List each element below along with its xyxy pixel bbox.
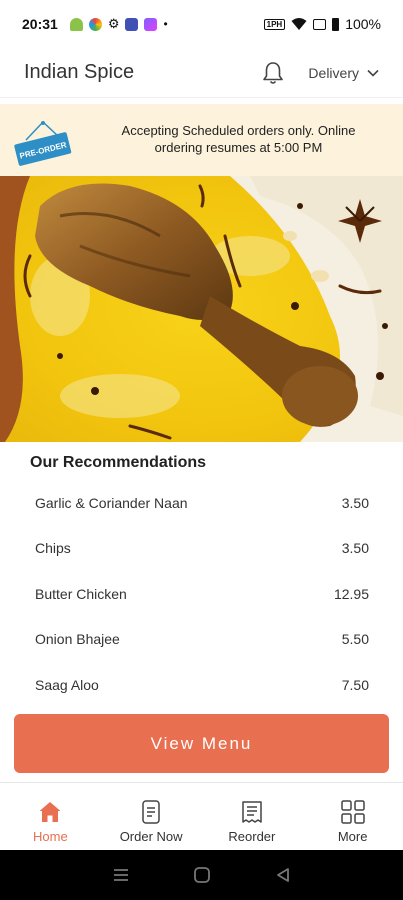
receipt-icon xyxy=(242,801,262,823)
item-name: Chips xyxy=(35,540,71,557)
item-name: Onion Bhajee xyxy=(35,631,120,648)
settings-gear-icon: ⚙ xyxy=(107,16,120,31)
nav-more-label: More xyxy=(337,829,368,844)
order-icon xyxy=(142,800,160,824)
battery-level: 100% xyxy=(345,16,381,32)
status-bar: 20:31 ⚙ • 1PH 100% xyxy=(0,0,403,48)
nav-reorder[interactable]: Reorder xyxy=(202,783,303,850)
home-icon xyxy=(39,802,61,822)
item-price: 12.95 xyxy=(333,585,369,602)
messenger-icon xyxy=(144,17,158,31)
app-header: Indian Spice Delivery xyxy=(0,48,403,98)
grid-icon xyxy=(340,800,365,824)
nav-more[interactable]: More xyxy=(302,783,403,850)
preorder-banner: PRE-ORDER Accepting Scheduled orders onl… xyxy=(0,104,403,176)
delivery-mode-label: Delivery xyxy=(308,64,359,81)
nav-reorder-label: Reorder xyxy=(228,829,276,844)
recommendations-card: Our Recommendations Garlic & Coriander N… xyxy=(12,442,391,710)
notification-dot: • xyxy=(163,17,168,31)
list-item[interactable]: Onion Bhajee 5.50 xyxy=(12,617,391,663)
nav-home[interactable]: Home xyxy=(0,783,101,850)
bell-icon[interactable] xyxy=(260,60,286,86)
android-icon xyxy=(69,17,83,31)
item-price: 3.50 xyxy=(341,494,369,511)
home-button-icon[interactable] xyxy=(193,866,211,884)
chevron-down-icon xyxy=(367,69,379,77)
hero-food-image xyxy=(0,176,403,442)
item-name: Garlic & Coriander Naan xyxy=(35,494,188,511)
system-nav-bar xyxy=(0,850,403,900)
sim-icon xyxy=(313,18,327,30)
battery-icon xyxy=(332,17,340,31)
item-name: Butter Chicken xyxy=(35,585,127,602)
nav-home-label: Home xyxy=(33,829,68,844)
recommendations-title: Our Recommendations xyxy=(30,454,207,471)
item-price: 7.50 xyxy=(341,676,369,693)
nav-order-now-label: Order Now xyxy=(119,829,183,844)
back-icon[interactable] xyxy=(275,867,291,883)
colorful-app-icon xyxy=(88,17,102,31)
item-price: 5.50 xyxy=(341,631,369,648)
app-blue-icon xyxy=(125,17,139,31)
network-speed-icon: 1PH xyxy=(263,18,286,30)
item-price: 3.50 xyxy=(341,540,369,557)
nav-order-now[interactable]: Order Now xyxy=(101,783,202,850)
pre-order-sign-icon: PRE-ORDER xyxy=(14,121,72,166)
view-menu-button[interactable]: View Menu xyxy=(14,714,389,773)
banner-message: Accepting Scheduled orders only. Online … xyxy=(121,123,356,155)
delivery-mode-select[interactable]: Delivery xyxy=(308,65,379,81)
restaurant-name: Indian Spice xyxy=(24,61,135,83)
status-time: 20:31 xyxy=(22,16,58,32)
item-name: Saag Aloo xyxy=(35,676,99,693)
list-item[interactable]: Saag Aloo 7.50 xyxy=(12,662,391,708)
list-item[interactable]: Chips 3.50 xyxy=(12,526,391,572)
list-item[interactable]: Butter Chicken 12.95 xyxy=(12,571,391,617)
recents-icon[interactable] xyxy=(112,867,130,883)
bottom-nav: Home Order Now Reorder More xyxy=(0,782,403,850)
list-item[interactable]: Garlic & Coriander Naan 3.50 xyxy=(12,480,391,526)
wifi-icon xyxy=(291,18,307,30)
recommendations-list: Garlic & Coriander Naan 3.50 Chips 3.50 … xyxy=(12,480,391,708)
